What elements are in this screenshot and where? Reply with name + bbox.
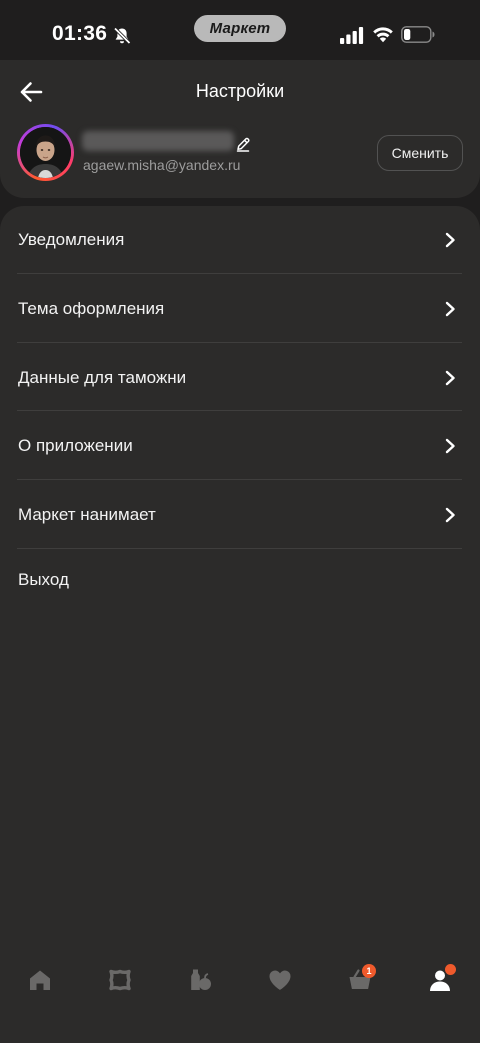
menu-item-label: О приложении	[18, 436, 133, 455]
menu-item-careers[interactable]: Маркет нанимает	[0, 481, 480, 549]
divider	[17, 342, 462, 343]
groceries-icon	[191, 969, 211, 990]
tab-home[interactable]	[20, 962, 60, 998]
bell-off-icon	[113, 27, 131, 45]
battery-icon	[401, 26, 435, 43]
status-time: 01:36	[52, 22, 108, 45]
heart-icon	[269, 970, 291, 990]
divider	[17, 273, 462, 274]
wifi-icon	[373, 27, 393, 43]
tab-groceries[interactable]	[180, 962, 220, 998]
signal-icon	[340, 27, 364, 44]
menu-item-label: Уведомления	[18, 230, 125, 249]
status-bar: 01:36 Маркет	[0, 0, 480, 60]
catalog-icon	[109, 969, 131, 991]
chevron-right-icon	[445, 507, 455, 523]
profile-notification-dot	[445, 964, 456, 975]
divider	[17, 410, 462, 411]
profile-header-card: Настройки agaew.misha@yandex.ru Сменить	[0, 60, 480, 198]
avatar[interactable]	[17, 124, 74, 181]
tab-cart[interactable]: 1	[340, 962, 380, 998]
menu-item-customs-data[interactable]: Данные для таможни	[0, 344, 480, 412]
menu-item-label: Данные для таможни	[18, 368, 187, 387]
menu-item-theme[interactable]: Тема оформления	[0, 275, 480, 343]
page-title: Настройки	[195, 81, 285, 101]
cart-count-badge: 1	[362, 964, 376, 978]
battery-fill	[404, 29, 411, 40]
bottom-tab-bar: 1	[0, 948, 480, 1043]
settings-menu: Уведомления Тема оформления Данные для т…	[0, 206, 480, 966]
tab-catalog[interactable]	[100, 962, 140, 998]
chevron-right-icon	[445, 370, 455, 386]
menu-item-label: Выход	[18, 570, 69, 589]
menu-item-logout[interactable]: Выход	[0, 548, 480, 608]
tab-favorites[interactable]	[260, 962, 300, 998]
pencil-edit-icon[interactable]	[235, 136, 251, 152]
menu-item-label: Тема оформления	[18, 299, 165, 318]
chevron-right-icon	[445, 438, 455, 454]
chevron-right-icon	[445, 232, 455, 248]
menu-item-notifications[interactable]: Уведомления	[0, 206, 480, 274]
avatar-photo	[20, 127, 71, 178]
user-email: agaew.misha@yandex.ru	[83, 157, 241, 173]
divider	[17, 479, 462, 480]
menu-item-about-app[interactable]: О приложении	[0, 412, 480, 480]
chevron-right-icon	[445, 301, 455, 317]
menu-item-label: Маркет нанимает	[18, 505, 156, 524]
home-icon	[30, 970, 50, 990]
tab-profile[interactable]	[420, 962, 460, 998]
user-name-blurred	[82, 131, 234, 151]
change-account-button[interactable]: Сменить	[377, 135, 463, 171]
market-app-badge: Маркет	[194, 15, 286, 42]
